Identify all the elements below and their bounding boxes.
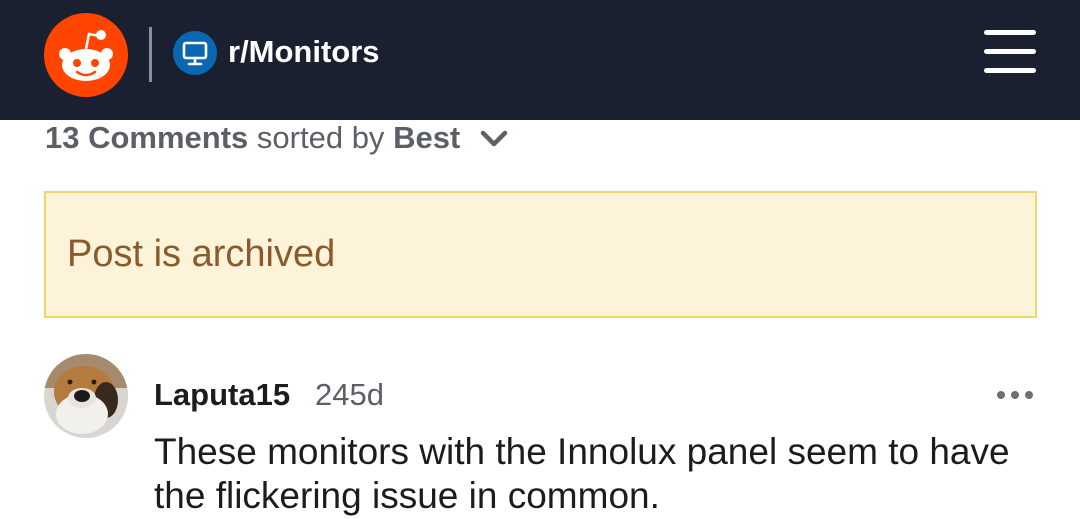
- more-options-icon[interactable]: [994, 386, 1036, 404]
- sorted-by-label: sorted by: [256, 120, 385, 155]
- avatar[interactable]: [44, 354, 128, 438]
- subreddit-name[interactable]: r/Monitors: [228, 32, 380, 72]
- header-divider: [149, 27, 152, 82]
- comments-sort-header[interactable]: 13 Comments sorted by Best: [45, 118, 509, 158]
- comment-body: These monitors with the Innolux panel se…: [154, 431, 1010, 516]
- chevron-down-icon[interactable]: [479, 118, 509, 158]
- hamburger-menu-icon[interactable]: [980, 28, 1038, 78]
- comment-count: 13 Comments: [45, 120, 249, 155]
- archived-notice-text: Post is archived: [67, 233, 336, 275]
- reddit-snoo-icon[interactable]: [44, 13, 128, 97]
- monitor-icon[interactable]: [173, 31, 217, 75]
- comment-timestamp: 245d: [315, 377, 384, 412]
- top-navigation-bar: r/Monitors: [0, 0, 1080, 120]
- comment-username[interactable]: Laputa15: [154, 376, 290, 414]
- sort-value[interactable]: Best: [393, 120, 460, 155]
- archived-notice: Post is archived: [44, 191, 1037, 318]
